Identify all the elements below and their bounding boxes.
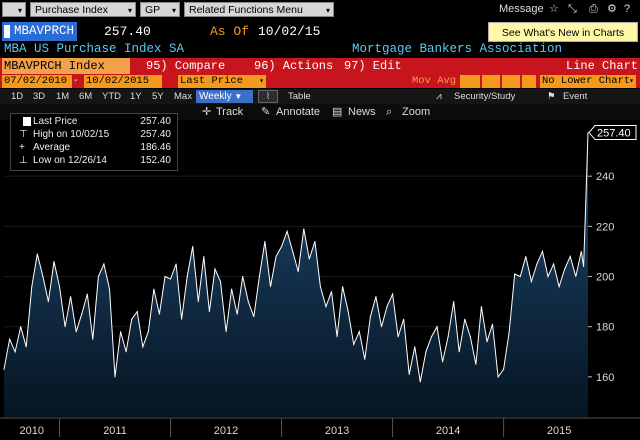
period-3d[interactable]: 3D [33,90,45,103]
line-chart-icon[interactable]: ⌇ [258,90,278,103]
crosshair-icon: ✛ [202,106,212,118]
legend-row-last-price: Last Price 257.40 [17,116,175,128]
legend-row-low: ⊥ Low on 12/26/14 152.40 [19,155,171,166]
mov-avg-input-4[interactable] [522,75,536,88]
chart-legend[interactable]: Last Price 257.40 ⊤ High on 10/02/15 257… [10,113,178,171]
date-separator: - [74,75,78,86]
period-max[interactable]: Max [174,90,192,103]
security-description: MBA US Purchase Index SA [4,42,185,56]
security-menu[interactable]: Purchase Index ▾ [30,2,136,17]
high-marker-icon: ⊤ [19,129,28,140]
gp-menu[interactable]: GP ▾ [140,2,180,17]
home-button[interactable]: ▾ [2,2,26,17]
last-value-tag: 257.40 [588,125,637,141]
period-row: 1D 3D 1M 6M YTD 1Y 5Y Max Weekly ▼ ⌇ Tab… [0,89,640,104]
chart-type-icon[interactable]: ⩘ [436,90,442,103]
field-select[interactable]: Last Price ▾ [178,75,266,88]
lower-chart-select[interactable]: No Lower Chart ▾ [540,75,636,88]
news-button[interactable]: News [348,104,376,120]
end-date-input[interactable]: 10/02/2015 [84,75,162,88]
legend-swatch [23,117,31,126]
whats-new-callout[interactable]: See What's New in Charts [488,22,638,42]
x-tick-label: 2014 [436,425,460,437]
start-date-input[interactable]: 07/02/2010 [2,75,72,88]
chevron-down-icon: ▾ [171,6,176,15]
x-tick-label: 2010 [20,425,44,437]
chevron-down-icon: ▾ [325,6,330,15]
resize-icon[interactable]: ⤡ [568,2,577,17]
x-tick-label: 2011 [103,425,127,437]
message-button[interactable]: Message [499,2,544,17]
chart-type-button[interactable]: Line Chart [566,58,638,74]
security-ticker[interactable]: MBAVPRCH [2,22,78,41]
chevron-down-icon: ▾ [17,6,22,15]
print-icon[interactable]: ⎙ [589,2,598,17]
x-tick-label: 2012 [214,425,238,437]
help-icon[interactable]: ? [624,2,630,17]
event-button[interactable]: Event [563,90,587,103]
gear-icon[interactable]: ⚙ [607,2,617,17]
track-button[interactable]: Track [216,104,243,120]
low-marker-icon: ⊥ [19,155,28,166]
table-button[interactable]: Table [288,90,311,103]
y-tick-label: 240 [596,171,614,183]
news-icon: ▤ [332,106,343,118]
mov-avg-input-2[interactable] [482,75,500,88]
source-description: Mortgage Bankers Association [352,42,563,56]
y-tick-label: 180 [596,322,614,334]
chevron-down-icon: ▼ [234,92,243,101]
period-1m[interactable]: 1M [56,90,69,103]
x-tick-label: 2013 [325,425,349,437]
flag-icon[interactable]: ⚑ [547,90,556,103]
annotate-button[interactable]: Annotate [276,104,320,120]
period-1d[interactable]: 1D [11,90,23,103]
period-1y[interactable]: 1Y [130,90,142,103]
mov-avg-label: Mov Avg [412,75,457,87]
star-icon[interactable]: ☆ [549,2,559,17]
related-functions-menu[interactable]: Related Functions Menu ▾ [184,2,334,17]
frequency-select[interactable]: Weekly ▼ [196,90,253,103]
zoom-icon: ⌕ [386,106,393,118]
period-ytd[interactable]: YTD [102,90,121,103]
y-tick-label: 220 [596,221,614,233]
y-tick-label: 200 [596,272,614,284]
x-tick-label: 2015 [547,425,571,437]
description-line: MBA US Purchase Index SA Mortgage Banker… [0,42,640,58]
last-value-label: 257.40 [597,128,631,140]
ticker-input[interactable]: MBAVPRCH Index [2,58,130,74]
zoom-button[interactable]: Zoom [402,104,430,120]
as-of-date: 10/02/15 [258,24,321,39]
mov-avg-input-3[interactable] [502,75,520,88]
period-6m[interactable]: 6M [79,90,92,103]
last-price-value: 257.40 [104,24,151,39]
y-tick-label: 160 [596,372,614,384]
chevron-down-icon: ▾ [127,6,132,15]
top-command-bar: ▾ Purchase Index ▾ GP ▾ Related Functions … [0,0,640,20]
mov-avg-input-1[interactable] [460,75,480,88]
chevron-down-icon: ▾ [629,77,634,86]
chart-toolbar: MBAVPRCH Index 95) Compare 96) Actions 9… [0,58,640,74]
actions-button[interactable]: 96) Actions [254,58,333,74]
date-range-row: 07/02/2010 - 10/02/2015 Last Price ▾ Mov … [0,74,640,88]
as-of-label: As Of [210,24,250,39]
legend-row-high: ⊤ High on 10/02/15 257.40 [19,129,171,140]
average-marker-icon: + [19,142,25,153]
edit-button[interactable]: 97) Edit [344,58,402,74]
period-5y[interactable]: 5Y [152,90,164,103]
chevron-down-icon: ▾ [259,77,264,86]
annotate-icon: ✎ [261,106,271,118]
security-study-button[interactable]: Security/Study [454,90,515,103]
legend-row-average: + Average 186.46 [19,142,171,153]
compare-button[interactable]: 95) Compare [146,58,225,74]
